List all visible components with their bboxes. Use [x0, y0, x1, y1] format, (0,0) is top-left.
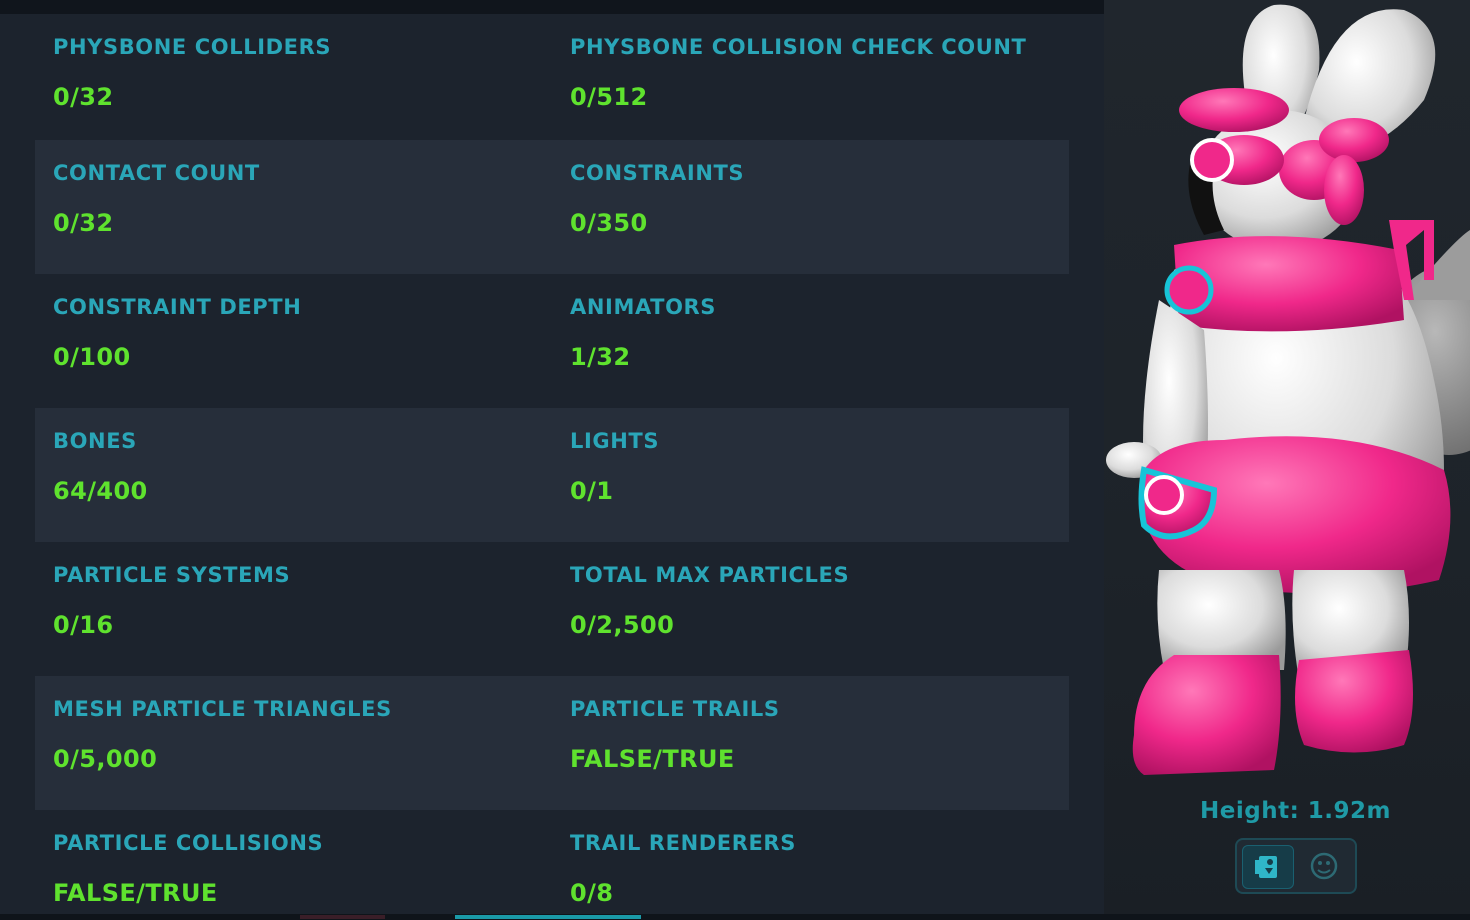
- stat-constraint-depth: CONSTRAINT DEPTH 0/100: [53, 274, 533, 408]
- stat-label: PHYSBONE COLLISION CHECK COUNT: [570, 35, 1027, 59]
- stat-value: 0/100: [53, 343, 131, 371]
- stat-animators: ANIMATORS 1/32: [570, 274, 1060, 408]
- stat-value: 0/16: [53, 611, 114, 639]
- stats-row: PARTICLE COLLISIONS FALSE/TRUE TRAIL REN…: [35, 810, 1069, 920]
- stats-row: MESH PARTICLE TRIANGLES 0/5,000 PARTICLE…: [35, 676, 1069, 810]
- bottom-tab-strip: [0, 914, 1470, 920]
- stat-value: FALSE/TRUE: [570, 745, 735, 773]
- avatar-body-icon: [1255, 856, 1277, 878]
- stat-total-max-particles: TOTAL MAX PARTICLES 0/2,500: [570, 542, 1060, 676]
- stat-particle-trails: PARTICLE TRAILS FALSE/TRUE: [570, 676, 1060, 810]
- stats-row: PHYSBONE COLLIDERS 0/32 PHYSBONE COLLISI…: [35, 14, 1069, 148]
- stat-value: 0/350: [570, 209, 648, 237]
- view-toggle: [1235, 838, 1357, 894]
- stat-particle-systems: PARTICLE SYSTEMS 0/16: [53, 542, 533, 676]
- stat-value: 0/2,500: [570, 611, 675, 639]
- stats-row: BONES 64/400 LIGHTS 0/1: [35, 408, 1069, 542]
- tab-indicator-inactive: [300, 915, 385, 919]
- tab-indicator-active: [455, 915, 641, 919]
- stats-row: PARTICLE SYSTEMS 0/16 TOTAL MAX PARTICLE…: [35, 542, 1069, 676]
- avatar-preview[interactable]: Height: 1.92m: [1104, 0, 1470, 920]
- stat-contact-count: CONTACT COUNT 0/32: [53, 140, 533, 274]
- stat-label: PARTICLE TRAILS: [570, 697, 780, 721]
- stat-label: MESH PARTICLE TRIANGLES: [53, 697, 392, 721]
- stat-label: CONSTRAINT DEPTH: [53, 295, 302, 319]
- stat-label: TOTAL MAX PARTICLES: [570, 563, 850, 587]
- avatar-face-icon: [1310, 852, 1338, 880]
- stat-value: 0/8: [570, 879, 614, 907]
- stats-row: CONTACT COUNT 0/32 CONSTRAINTS 0/350: [35, 140, 1069, 274]
- stat-lights: LIGHTS 0/1: [570, 408, 1060, 542]
- stat-value: 0/32: [53, 209, 114, 237]
- stat-value: FALSE/TRUE: [53, 879, 218, 907]
- stat-value: 0/512: [570, 83, 648, 111]
- stat-constraints: CONSTRAINTS 0/350: [570, 140, 1060, 274]
- stat-trail-renderers: TRAIL RENDERERS 0/8: [570, 810, 1060, 920]
- stat-particle-collisions: PARTICLE COLLISIONS FALSE/TRUE: [53, 810, 533, 920]
- stat-value: 0/1: [570, 477, 614, 505]
- stats-row: CONSTRAINT DEPTH 0/100 ANIMATORS 1/32: [35, 274, 1069, 408]
- stat-physbone-colliders: PHYSBONE COLLIDERS 0/32: [53, 14, 533, 148]
- full-body-view-button[interactable]: [1242, 845, 1294, 889]
- stat-label: TRAIL RENDERERS: [570, 831, 796, 855]
- stat-mesh-particle-triangles: MESH PARTICLE TRIANGLES 0/5,000: [53, 676, 533, 810]
- avatar-height-label: Height: 1.92m: [1200, 798, 1391, 824]
- stat-label: LIGHTS: [570, 429, 660, 453]
- avatar-model-image: [1106, 4, 1470, 775]
- stat-label: BONES: [53, 429, 137, 453]
- stat-label: PARTICLE SYSTEMS: [53, 563, 291, 587]
- stat-bones: BONES 64/400: [53, 408, 533, 542]
- stat-label: PARTICLE COLLISIONS: [53, 831, 324, 855]
- performance-stats-panel[interactable]: PHYSBONE COLLIDERS 0/32 PHYSBONE COLLISI…: [0, 14, 1104, 920]
- stat-value: 64/400: [53, 477, 148, 505]
- stat-label: CONTACT COUNT: [53, 161, 260, 185]
- stat-label: PHYSBONE COLLIDERS: [53, 35, 332, 59]
- avatar-stats-screen: PHYSBONE COLLIDERS 0/32 PHYSBONE COLLISI…: [0, 0, 1470, 920]
- stat-physbone-collision-check-count: PHYSBONE COLLISION CHECK COUNT 0/512: [570, 14, 1060, 148]
- face-view-button[interactable]: [1299, 845, 1351, 889]
- stat-value: 0/32: [53, 83, 114, 111]
- stat-value: 0/5,000: [53, 745, 158, 773]
- stat-value: 1/32: [570, 343, 631, 371]
- stat-label: CONSTRAINTS: [570, 161, 745, 185]
- stat-label: ANIMATORS: [570, 295, 717, 319]
